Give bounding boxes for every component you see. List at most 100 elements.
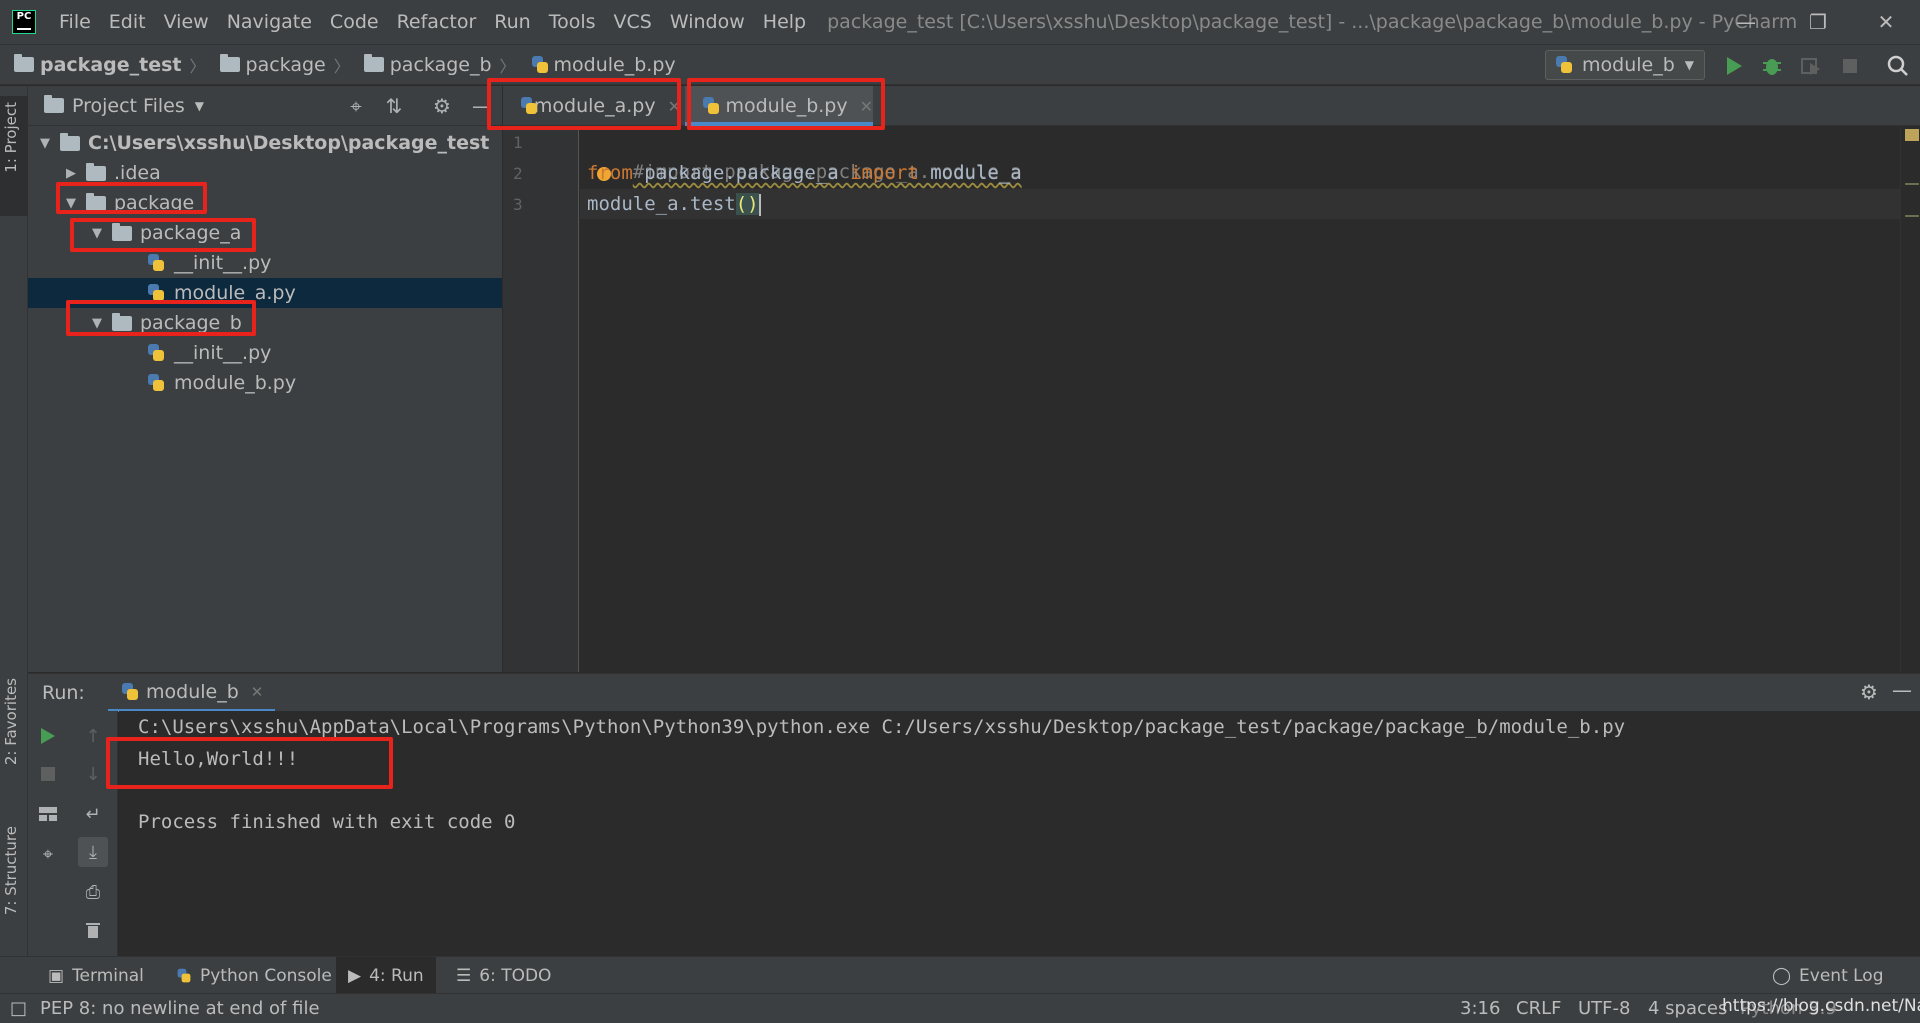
menu-navigate[interactable]: Navigate xyxy=(218,0,321,44)
gear-icon[interactable]: ⚙ xyxy=(1860,680,1878,704)
console-line: Hello,World!!! xyxy=(138,748,299,770)
collapse-arrow-icon: ▶ xyxy=(66,165,76,181)
tree-item-package-a[interactable]: ▼ package_a xyxy=(28,218,502,248)
close-tab-icon[interactable]: ✕ xyxy=(251,683,264,701)
structure-tool-tab[interactable]: 7: Structure xyxy=(2,826,20,915)
menu-refactor[interactable]: Refactor xyxy=(388,0,486,44)
run-icon[interactable] xyxy=(1720,52,1748,80)
close-tab-icon[interactable]: ✕ xyxy=(860,97,873,116)
project-tool-tab[interactable]: 1: Project xyxy=(0,96,28,216)
indent-setting[interactable]: 4 spaces xyxy=(1648,998,1727,1019)
pycharm-logo-icon: PC xyxy=(12,10,36,34)
python-icon xyxy=(1554,55,1574,75)
tool-run[interactable]: ▶ 4: Run xyxy=(336,957,436,994)
scroll-to-end-icon[interactable]: ⤓ xyxy=(78,837,108,867)
breadcrumb-package[interactable]: package 〉 xyxy=(219,53,350,77)
tree-item-idea[interactable]: ▶ .idea xyxy=(28,158,502,188)
tree-item-package-b-init[interactable]: __init__.py xyxy=(28,338,502,368)
favorites-tool-tab[interactable]: 2: Favorites xyxy=(2,678,20,765)
tree-item-package-a-init[interactable]: __init__.py xyxy=(28,248,502,278)
error-stripe-mark[interactable] xyxy=(1905,183,1919,185)
folder-icon xyxy=(112,312,132,331)
hide-panel-icon[interactable]: — xyxy=(1892,678,1912,702)
expand-arrow-icon: ▼ xyxy=(92,315,102,331)
menu-vcs[interactable]: VCS xyxy=(605,0,661,44)
collapse-all-icon[interactable]: ⇅ xyxy=(382,94,406,118)
folder-icon xyxy=(112,222,132,241)
folder-icon xyxy=(60,132,80,151)
warning-marker[interactable] xyxy=(1905,129,1919,141)
stop-icon[interactable] xyxy=(33,759,63,789)
tab-module-a[interactable]: module_a.py ✕ xyxy=(503,86,681,126)
python-file-icon xyxy=(701,96,720,116)
file-encoding[interactable]: UTF-8 xyxy=(1578,998,1630,1019)
python-file-icon xyxy=(146,343,166,363)
arrow-down-icon[interactable]: ↓ xyxy=(78,759,108,789)
folder-icon xyxy=(363,54,384,72)
layout-icon[interactable] xyxy=(33,799,63,829)
close-window-icon[interactable]: ✕ xyxy=(1850,0,1920,44)
gear-icon[interactable]: ⚙ xyxy=(430,94,454,118)
tool-todo[interactable]: ☰ 6: TODO xyxy=(444,957,563,994)
run-with-coverage-icon[interactable] xyxy=(1797,52,1825,80)
text-cursor xyxy=(758,193,761,216)
editor-scrollbar[interactable] xyxy=(1900,127,1920,672)
tab-module-b[interactable]: module_b.py ✕ xyxy=(685,86,873,126)
tree-item-package[interactable]: ▼ package xyxy=(28,188,502,218)
menu-window[interactable]: Window xyxy=(661,0,754,44)
soft-wrap-icon[interactable]: ↵ xyxy=(78,799,108,829)
run-configuration-select[interactable]: module_b ▼ xyxy=(1545,50,1705,80)
tree-item-module-a[interactable]: module_a.py xyxy=(28,278,502,308)
tree-item-package-b[interactable]: ▼ package_b xyxy=(28,308,502,338)
breadcrumb-package-b[interactable]: package_b 〉 xyxy=(363,53,516,77)
current-line-highlight xyxy=(580,189,1900,219)
minimize-icon[interactable]: — xyxy=(1710,0,1782,44)
tool-event-log[interactable]: ◯ Event Log xyxy=(1760,957,1896,994)
code-editor[interactable]: #import package.package_a.module_a from … xyxy=(580,127,1900,672)
tool-terminal[interactable]: ▣ Terminal xyxy=(36,957,156,994)
menu-help[interactable]: Help xyxy=(754,0,815,44)
rerun-icon[interactable] xyxy=(33,721,63,751)
tree-item-root[interactable]: ▼ C:\Users\xsshu\Desktop\package_test xyxy=(28,128,502,158)
watermark-text: https://blog.csdn.net/Nalya xyxy=(1722,996,1920,1016)
code-line-3: module_a.test() xyxy=(587,193,761,216)
restore-icon[interactable]: ❐ xyxy=(1782,0,1854,44)
menu-file[interactable]: File xyxy=(50,0,100,44)
hide-panel-icon[interactable]: — xyxy=(470,94,494,118)
run-panel-header: Run: module_b ✕ ⚙ — xyxy=(28,673,1920,712)
menu-code[interactable]: Code xyxy=(321,0,388,44)
run-tab-module-b[interactable]: module_b ✕ xyxy=(108,674,276,712)
caret-position[interactable]: 3:16 xyxy=(1460,998,1500,1019)
project-panel: Project Files ▼ ▼ C:\Users\xsshu\Desktop… xyxy=(28,86,502,672)
stop-icon[interactable] xyxy=(1836,52,1864,80)
event-log-icon: ◯ xyxy=(1772,965,1792,986)
menu-edit[interactable]: Edit xyxy=(100,0,155,44)
python-file-icon xyxy=(519,96,537,116)
python-icon xyxy=(176,968,192,984)
folder-icon xyxy=(44,95,64,113)
print-icon[interactable]: ⎙ xyxy=(78,877,108,907)
run-console-output[interactable]: C:\Users\xsshu\AppData\Local\Programs\Py… xyxy=(119,711,1920,956)
pin-icon[interactable]: ⌖ xyxy=(33,839,63,869)
breadcrumb-module-b[interactable]: module_b.py xyxy=(530,54,676,76)
error-stripe-mark[interactable] xyxy=(1905,215,1919,217)
tree-item-module-b[interactable]: module_b.py xyxy=(28,368,502,398)
python-file-icon xyxy=(146,253,166,273)
debug-icon[interactable] xyxy=(1758,52,1786,80)
chevron-down-icon: ▼ xyxy=(1684,58,1694,72)
menu-tools[interactable]: Tools xyxy=(540,0,605,44)
breadcrumb-package-test[interactable]: package_test 〉 xyxy=(14,53,206,77)
menu-view[interactable]: View xyxy=(155,0,218,44)
locate-target-icon[interactable]: ⌖ xyxy=(344,94,368,118)
panel-toggle-icon[interactable]: □ xyxy=(10,998,27,1019)
menu-bar: PC File Edit View Navigate Code Refactor… xyxy=(0,0,1920,44)
menu-run[interactable]: Run xyxy=(485,0,539,44)
search-icon[interactable] xyxy=(1884,52,1912,80)
line-separator[interactable]: CRLF xyxy=(1516,998,1561,1019)
arrow-up-icon[interactable]: ↑ xyxy=(78,721,108,751)
folder-icon xyxy=(86,192,106,211)
python-file-icon xyxy=(146,283,166,303)
trash-icon[interactable] xyxy=(78,915,108,945)
tool-python-console[interactable]: Python Console xyxy=(162,957,344,994)
close-tab-icon[interactable]: ✕ xyxy=(668,97,681,116)
